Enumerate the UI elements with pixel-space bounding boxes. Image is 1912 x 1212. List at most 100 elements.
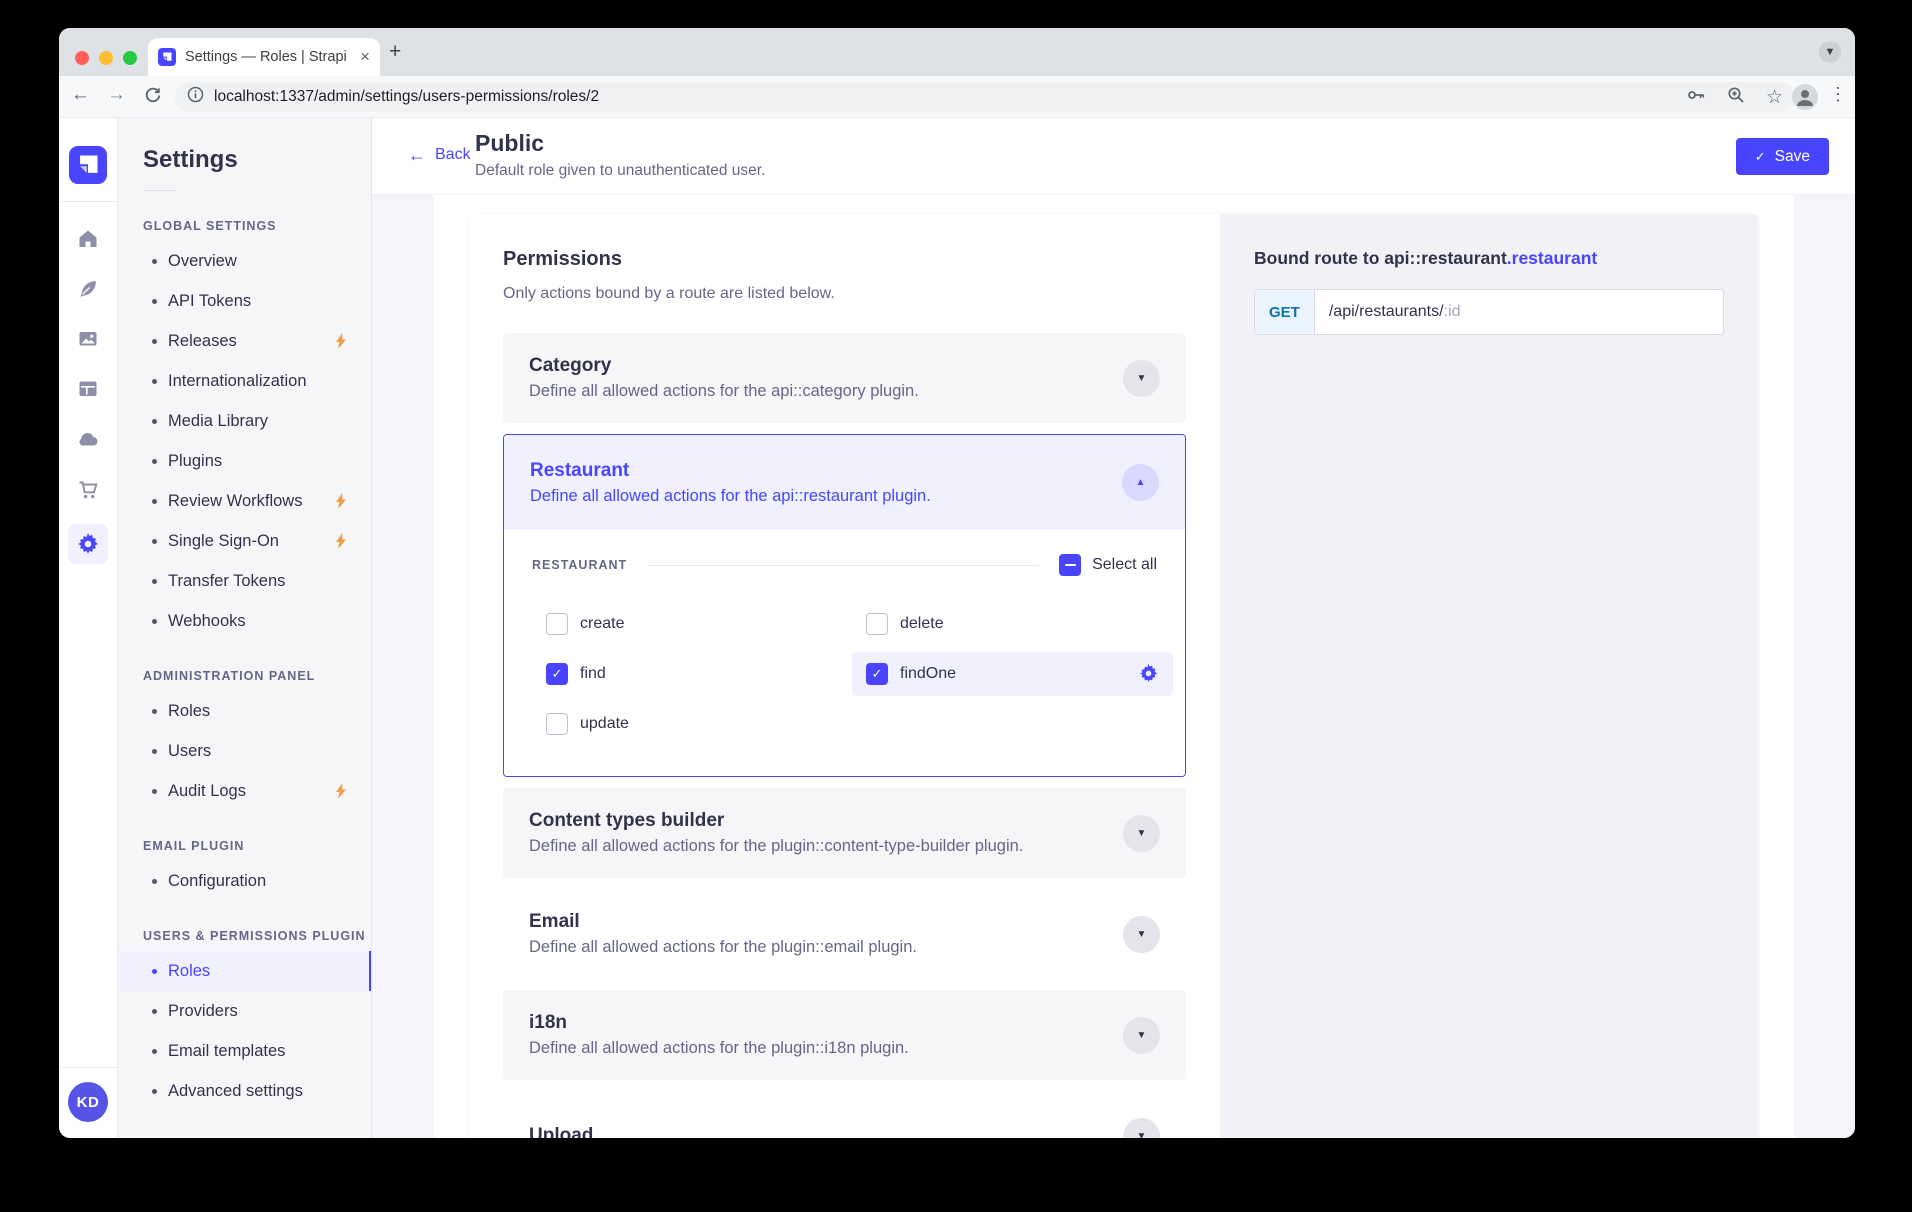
reload-icon[interactable] <box>143 86 162 111</box>
bullet-icon <box>152 789 157 794</box>
sidebar-item-internationalization[interactable]: Internationalization <box>118 361 371 401</box>
profile-icon[interactable] <box>1791 83 1819 111</box>
strapi-logo[interactable] <box>69 146 107 184</box>
bullet-icon <box>152 539 157 544</box>
forward-icon[interactable]: → <box>107 84 126 106</box>
accordion-upload-header[interactable]: Upload ▼ <box>503 1091 1186 1138</box>
chevron-down-icon[interactable]: ▼ <box>1123 360 1160 397</box>
kebab-menu-icon[interactable]: ⋮ <box>1829 84 1847 105</box>
accordion-category-header[interactable]: Category Define all allowed actions for … <box>503 333 1186 423</box>
info-icon[interactable] <box>187 86 204 108</box>
bullet-icon <box>152 619 157 624</box>
role-permissions-card: Permissions Only actions bound by a rout… <box>469 214 1758 1138</box>
key-icon[interactable] <box>1686 85 1706 110</box>
minimize-window-button[interactable] <box>99 51 113 65</box>
checkbox-unchecked[interactable]: ✓ <box>546 613 568 635</box>
content-type-builder-icon[interactable] <box>75 376 101 402</box>
lightning-bolt-icon <box>335 493 347 509</box>
sidebar-item-webhooks[interactable]: Webhooks <box>118 601 371 641</box>
user-avatar[interactable]: KD <box>68 1082 108 1122</box>
zoom-window-button[interactable] <box>123 51 137 65</box>
action-findone[interactable]: ✓findOne <box>852 652 1173 696</box>
permissions-title: Permissions <box>503 248 1186 271</box>
action-settings-gear-icon[interactable] <box>1139 664 1159 684</box>
sidebar-item-media-library[interactable]: Media Library <box>118 401 371 441</box>
action-update[interactable]: ✓update <box>546 702 866 746</box>
action-create[interactable]: ✓create <box>546 602 866 646</box>
home-icon[interactable] <box>75 226 101 252</box>
page-subtitle: Default role given to unauthenticated us… <box>475 162 765 180</box>
sidebar-item-configuration[interactable]: Configuration <box>118 861 371 901</box>
sidebar-item-users[interactable]: Users <box>118 731 371 771</box>
check-icon: ✓ <box>1755 149 1766 165</box>
marketplace-icon[interactable] <box>75 476 101 502</box>
zoom-icon[interactable] <box>1726 85 1746 110</box>
media-library-icon[interactable] <box>75 326 101 352</box>
settings-nav-item[interactable] <box>68 524 108 564</box>
action-find[interactable]: ✓find <box>546 652 866 696</box>
restaurant-permissions-body: RESTAURANT Select all ✓create ✓delete ✓f <box>504 530 1185 776</box>
back-icon[interactable]: ← <box>71 84 90 106</box>
sidebar-item-admin-roles[interactable]: Roles <box>118 691 371 731</box>
divider <box>59 1067 117 1068</box>
browser-tab[interactable]: Settings — Roles | Strapi × <box>148 38 380 76</box>
url-text[interactable]: localhost:1337/admin/settings/users-perm… <box>214 88 1674 106</box>
subnav-title: Settings <box>118 146 371 174</box>
action-delete[interactable]: ✓delete <box>866 602 1159 646</box>
bullet-icon <box>152 579 157 584</box>
sidebar-item-plugins[interactable]: Plugins <box>118 441 371 481</box>
sidebar-item-advanced-settings[interactable]: Advanced settings <box>118 1071 371 1111</box>
new-tab-button[interactable]: + <box>389 42 401 62</box>
content-manager-icon[interactable] <box>75 276 101 302</box>
close-window-button[interactable] <box>75 51 89 65</box>
chevron-down-icon[interactable]: ▼ <box>1123 1118 1160 1139</box>
chevron-down-icon[interactable]: ▼ <box>1123 815 1160 852</box>
back-arrow-icon: ← <box>408 146 426 164</box>
browser-toolbar: ← → localhost:1337/admin/settings/users-… <box>59 76 1855 118</box>
sidebar-item-review-workflows[interactable]: Review Workflows <box>118 481 371 521</box>
checkbox-unchecked[interactable]: ✓ <box>866 613 888 635</box>
cloud-icon[interactable] <box>75 426 101 452</box>
divider <box>59 201 117 202</box>
star-icon[interactable]: ☆ <box>1766 88 1783 107</box>
bullet-icon <box>152 299 157 304</box>
sidebar-item-audit-logs[interactable]: Audit Logs <box>118 771 371 811</box>
browser-window: Settings — Roles | Strapi × + ▼ ← → loca… <box>59 28 1855 1138</box>
section-label-administration-panel: ADMINISTRATION PANEL <box>118 669 371 683</box>
accordion-i18n-header[interactable]: i18n Define all allowed actions for the … <box>503 990 1186 1080</box>
checkbox-unchecked[interactable]: ✓ <box>546 713 568 735</box>
accordion-email: Email Define all allowed actions for the… <box>503 889 1186 979</box>
tab-search-chevron-icon[interactable]: ▼ <box>1819 41 1841 63</box>
accordion-i18n: i18n Define all allowed actions for the … <box>503 990 1186 1080</box>
sidebar-item-providers[interactable]: Providers <box>118 991 371 1031</box>
bullet-icon <box>152 419 157 424</box>
sidebar-item-api-tokens[interactable]: API Tokens <box>118 281 371 321</box>
browser-tab-bar: Settings — Roles | Strapi × + ▼ <box>59 28 1855 76</box>
accordion-content-types-builder-header[interactable]: Content types builder Define all allowed… <box>503 788 1186 878</box>
route-field: GET /api/restaurants/:id <box>1254 289 1724 335</box>
back-link[interactable]: ←Back <box>408 146 471 164</box>
main-nav-rail: KD <box>59 118 118 1138</box>
tab-close-icon[interactable]: × <box>360 47 370 67</box>
route-param: :id <box>1444 303 1461 321</box>
chevron-up-icon[interactable]: ▲ <box>1122 464 1159 501</box>
sidebar-item-single-sign-on[interactable]: Single Sign-On <box>118 521 371 561</box>
accordion-email-header[interactable]: Email Define all allowed actions for the… <box>503 889 1186 979</box>
accordion-restaurant-header[interactable]: Restaurant Define all allowed actions fo… <box>504 435 1185 530</box>
page-title: Public <box>475 130 765 157</box>
checkbox-checked[interactable]: ✓ <box>866 663 888 685</box>
bullet-icon <box>152 709 157 714</box>
sidebar-item-transfer-tokens[interactable]: Transfer Tokens <box>118 561 371 601</box>
chevron-down-icon[interactable]: ▼ <box>1123 1017 1160 1054</box>
sidebar-item-releases[interactable]: Releases <box>118 321 371 361</box>
select-all-checkbox[interactable] <box>1059 554 1081 576</box>
sidebar-item-up-roles[interactable]: Roles <box>118 951 371 991</box>
chevron-down-icon[interactable]: ▼ <box>1123 916 1160 953</box>
sidebar-item-email-templates[interactable]: Email templates <box>118 1031 371 1071</box>
sidebar-item-overview[interactable]: Overview <box>118 241 371 281</box>
group-label: RESTAURANT <box>532 558 627 572</box>
address-bar[interactable]: localhost:1337/admin/settings/users-perm… <box>175 82 1795 112</box>
checkbox-checked[interactable]: ✓ <box>546 663 568 685</box>
save-button[interactable]: ✓Save <box>1736 138 1829 175</box>
route-path: /api/restaurants/:id <box>1315 290 1723 334</box>
